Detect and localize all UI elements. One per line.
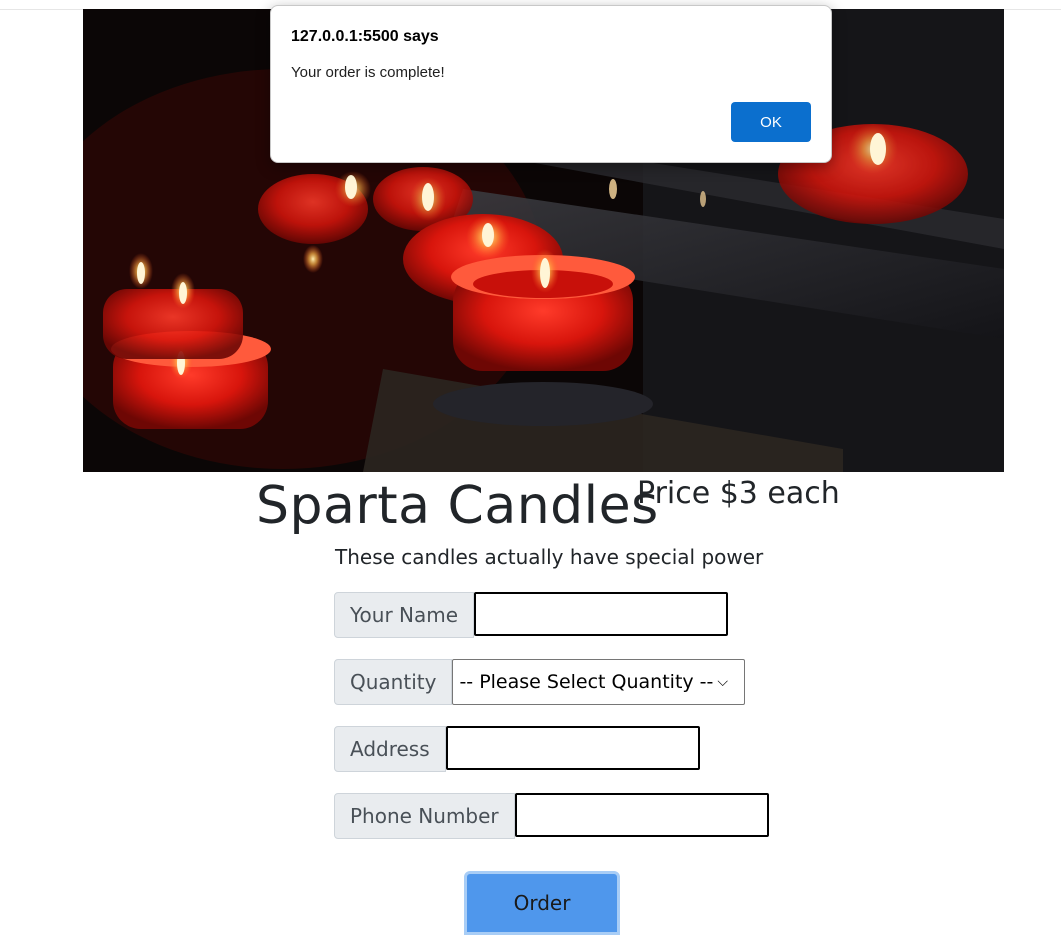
chevron-down-icon: ⌵ (717, 674, 729, 690)
tagline: These candles actually have special powe… (335, 545, 764, 569)
price-label: Price $3 each (637, 476, 840, 511)
title-row: Sparta Candles Price $3 each (0, 472, 1061, 542)
quantity-select-value: -- Please Select Quantity -- (459, 671, 714, 693)
address-field-group: Address (334, 726, 700, 772)
quantity-field-group: Quantity -- Please Select Quantity -- ⌵ (334, 659, 746, 705)
quantity-select[interactable]: -- Please Select Quantity -- ⌵ (452, 659, 746, 705)
address-input[interactable] (445, 726, 700, 770)
quantity-label: Quantity (334, 659, 453, 705)
order-button[interactable]: Order (464, 871, 620, 935)
alert-ok-button[interactable]: OK (731, 102, 811, 142)
phone-input[interactable] (514, 793, 769, 837)
name-field-group: Your Name (334, 592, 729, 638)
alert-dialog: 127.0.0.1:5500 says Your order is comple… (270, 5, 832, 163)
name-label: Your Name (334, 592, 475, 638)
alert-origin: 127.0.0.1:5500 says (291, 28, 439, 45)
address-label: Address (334, 726, 446, 772)
phone-field-group: Phone Number (334, 793, 769, 839)
name-input[interactable] (474, 592, 729, 636)
phone-label: Phone Number (334, 793, 515, 839)
site-title: Sparta Candles (256, 476, 659, 536)
alert-message: Your order is complete! (291, 64, 445, 81)
